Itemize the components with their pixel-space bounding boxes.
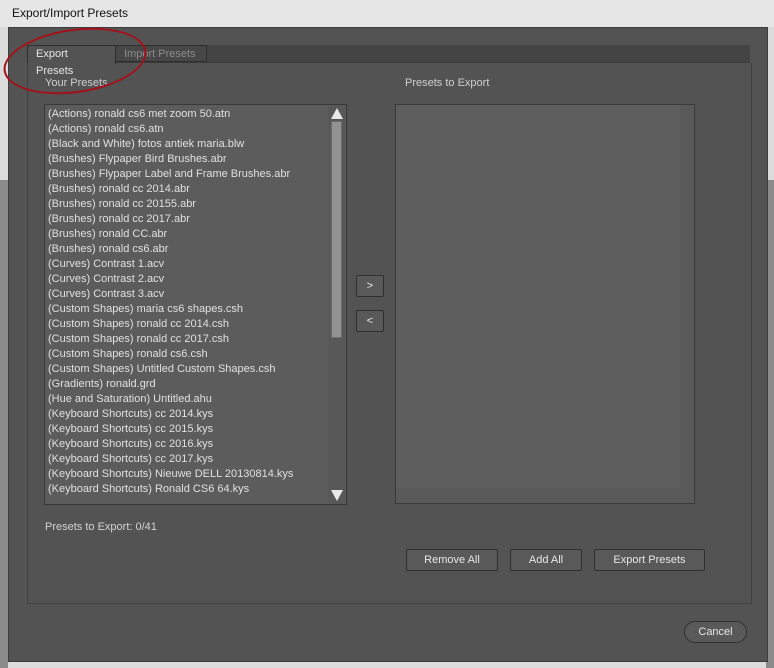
list-item[interactable]: (Black and White) fotos antiek maria.blw: [48, 137, 328, 152]
presets-to-export-area: [396, 105, 680, 488]
export-presets-button[interactable]: Export Presets: [594, 549, 705, 571]
list-item[interactable]: (Brushes) ronald cs6.abr: [48, 242, 328, 257]
remove-all-button[interactable]: Remove All: [406, 549, 498, 571]
list-item[interactable]: (Curves) Contrast 1.acv: [48, 257, 328, 272]
remove-selected-button[interactable]: <: [356, 310, 384, 332]
list-item[interactable]: (Custom Shapes) maria cs6 shapes.csh: [48, 302, 328, 317]
scroll-down-arrow-icon[interactable]: [331, 490, 343, 501]
window-title: Export/Import Presets: [12, 6, 129, 20]
list-item[interactable]: (Custom Shapes) ronald cs6.csh: [48, 347, 328, 362]
list-item[interactable]: (Keyboard Shortcuts) Ronald CS6 64.kys: [48, 482, 328, 497]
your-presets-items: (Actions) ronald cs6 met zoom 50.atn (Act…: [48, 107, 328, 497]
list-item[interactable]: (Keyboard Shortcuts) cc 2015.kys: [48, 422, 328, 437]
dialog-body: Export Presets Import Presets Your Prese…: [0, 19, 768, 662]
list-item[interactable]: (Actions) ronald cs6 met zoom 50.atn: [48, 107, 328, 122]
list-item[interactable]: (Hue and Saturation) Untitled.ahu: [48, 392, 328, 407]
list-item[interactable]: (Keyboard Shortcuts) cc 2016.kys: [48, 437, 328, 452]
list-item[interactable]: (Custom Shapes) ronald cc 2014.csh: [48, 317, 328, 332]
list-item[interactable]: (Brushes) Flypaper Bird Brushes.abr: [48, 152, 328, 167]
title-bar[interactable]: Export/Import Presets: [0, 0, 774, 27]
tab-bar-filler: [207, 45, 750, 62]
background-strip-left: [0, 180, 8, 668]
scroll-thumb[interactable]: [331, 121, 342, 338]
cancel-button[interactable]: Cancel: [684, 621, 747, 643]
vertical-scrollbar[interactable]: [328, 105, 345, 504]
your-presets-list[interactable]: (Actions) ronald cs6 met zoom 50.atn (Act…: [44, 104, 347, 505]
add-selected-button[interactable]: >: [356, 275, 384, 297]
presets-to-export-list[interactable]: [395, 104, 695, 504]
presets-to-export-count: Presets to Export: 0/41: [45, 521, 157, 533]
dialog-window: Export/Import Presets Export Presets Imp…: [0, 0, 774, 668]
list-item[interactable]: (Custom Shapes) Untitled Custom Shapes.c…: [48, 362, 328, 377]
list-item[interactable]: (Keyboard Shortcuts) cc 2014.kys: [48, 407, 328, 422]
list-item[interactable]: (Curves) Contrast 2.acv: [48, 272, 328, 287]
list-item[interactable]: (Gradients) ronald.grd: [48, 377, 328, 392]
list-item[interactable]: (Brushes) ronald cc 2017.abr: [48, 212, 328, 227]
add-all-button[interactable]: Add All: [510, 549, 582, 571]
list-item[interactable]: (Keyboard Shortcuts) Nieuwe DELL 2013081…: [48, 467, 328, 482]
list-item[interactable]: (Brushes) ronald cc 20155.abr: [48, 197, 328, 212]
scroll-up-arrow-icon[interactable]: [331, 108, 343, 119]
list-item[interactable]: (Keyboard Shortcuts) cc 2017.kys: [48, 452, 328, 467]
list-item[interactable]: (Brushes) Flypaper Label and Frame Brush…: [48, 167, 328, 182]
list-item[interactable]: (Brushes) ronald CC.abr: [48, 227, 328, 242]
list-item[interactable]: (Actions) ronald cs6.atn: [48, 122, 328, 137]
list-item[interactable]: (Curves) Contrast 3.acv: [48, 287, 328, 302]
presets-to-export-label: Presets to Export: [405, 77, 490, 89]
list-item[interactable]: (Custom Shapes) ronald cc 2017.csh: [48, 332, 328, 347]
list-item[interactable]: (Brushes) ronald cc 2014.abr: [48, 182, 328, 197]
